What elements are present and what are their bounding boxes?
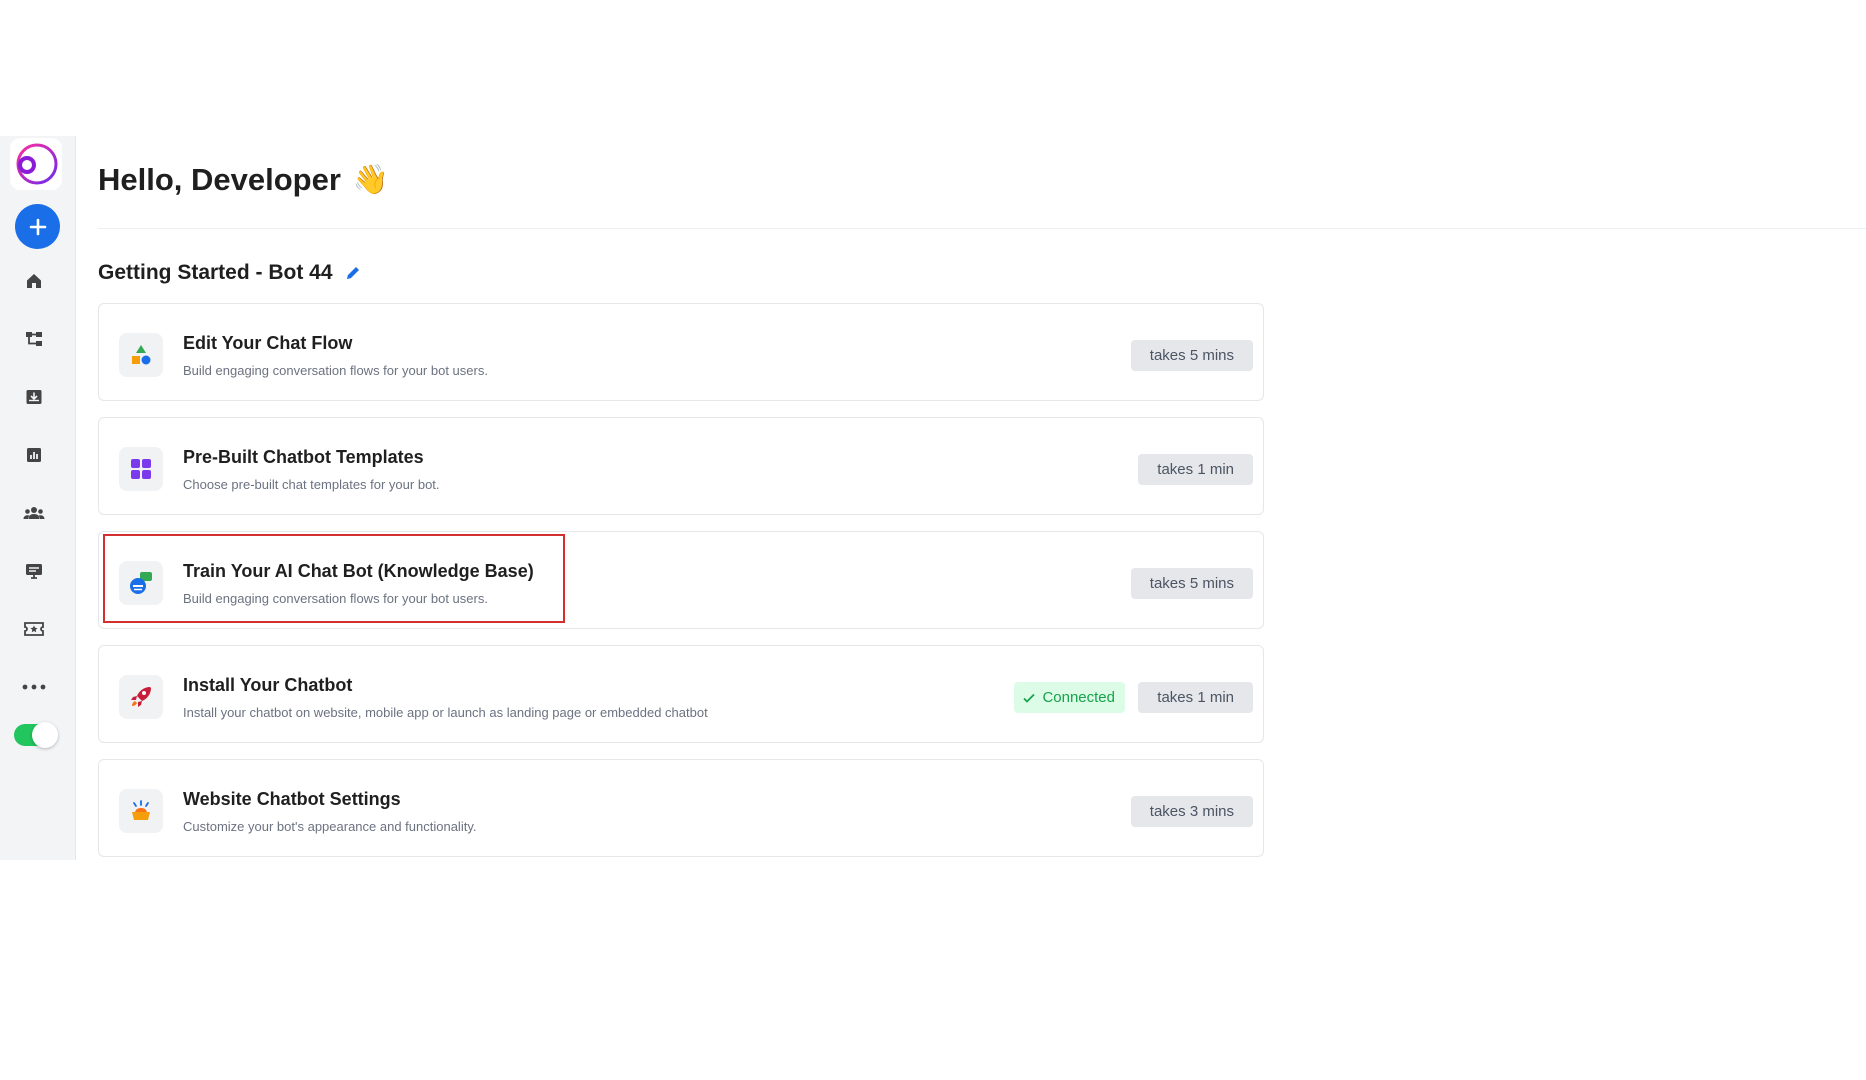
bot-status-toggle[interactable]: [14, 722, 58, 748]
time-badge: takes 1 min: [1138, 682, 1253, 713]
section-title: Getting Started - Bot 44: [98, 261, 361, 285]
wave-emoji: 👋: [352, 164, 390, 196]
ticket-icon: [24, 622, 44, 636]
shapes-icon: [132, 345, 151, 365]
templates-grid-icon: [131, 459, 151, 479]
flow-icon: [26, 332, 42, 346]
card-title: Website Chatbot Settings: [183, 789, 401, 809]
time-badge: takes 1 min: [1138, 454, 1253, 485]
card-train-ai-chatbot[interactable]: Train Your AI Chat Bot (Knowledge Base) …: [98, 531, 1264, 629]
card-description: Choose pre-built chat templates for your…: [183, 477, 440, 492]
check-icon: [1023, 693, 1036, 703]
sidebar-item-tickets[interactable]: [22, 617, 46, 641]
sidebar-item-home[interactable]: [22, 269, 46, 293]
page-title: Hello, Developer 👋: [98, 162, 389, 198]
card-description: Install your chatbot on website, mobile …: [183, 705, 708, 720]
settings-celebration-icon: [132, 800, 150, 820]
connected-label: Connected: [1042, 689, 1115, 706]
logo-icon: [16, 143, 58, 185]
card-title: Install Your Chatbot: [183, 675, 353, 695]
app-logo[interactable]: [10, 138, 62, 190]
card-icon-box: [119, 675, 163, 719]
sidebar: [0, 136, 76, 860]
sidebar-item-inbox[interactable]: [22, 385, 46, 409]
card-install-chatbot[interactable]: Install Your Chatbot Install your chatbo…: [98, 645, 1264, 743]
sidebar-item-monitor[interactable]: [22, 559, 46, 583]
card-edit-chat-flow[interactable]: Edit Your Chat Flow Build engaging conve…: [98, 303, 1264, 401]
edit-pencil-icon[interactable]: [345, 265, 361, 281]
analytics-icon: [27, 448, 41, 462]
card-title: Pre-Built Chatbot Templates: [183, 447, 424, 467]
time-badge: takes 3 mins: [1130, 796, 1253, 827]
rocket-icon: [131, 687, 151, 707]
connected-status-badge: Connected: [1014, 682, 1125, 713]
card-icon-box: [119, 447, 163, 491]
card-prebuilt-templates[interactable]: Pre-Built Chatbot Templates Choose pre-b…: [98, 417, 1264, 515]
plus-icon: [29, 218, 46, 235]
inbox-icon: [26, 390, 42, 404]
sidebar-item-flows[interactable]: [22, 327, 46, 351]
card-description: Customize your bot's appearance and func…: [183, 819, 477, 834]
sidebar-item-more[interactable]: [22, 675, 46, 699]
users-icon: [23, 507, 45, 519]
card-description: Build engaging conversation flows for yo…: [183, 363, 488, 378]
sidebar-item-users[interactable]: [22, 501, 46, 525]
knowledge-base-icon: [130, 572, 152, 594]
greeting-text: Hello, Developer: [98, 162, 341, 197]
card-website-chatbot-settings[interactable]: Website Chatbot Settings Customize your …: [98, 759, 1264, 857]
toggle-knob: [32, 722, 58, 748]
more-icon: [22, 684, 46, 690]
sidebar-item-analytics[interactable]: [22, 443, 46, 467]
card-icon-box: [119, 561, 163, 605]
monitor-icon: [26, 564, 42, 579]
home-icon: [27, 274, 41, 288]
add-bot-button[interactable]: [15, 204, 60, 249]
header-divider: [98, 228, 1866, 229]
card-icon-box: [119, 333, 163, 377]
card-title: Train Your AI Chat Bot (Knowledge Base): [183, 561, 534, 581]
card-title: Edit Your Chat Flow: [183, 333, 353, 353]
card-description: Build engaging conversation flows for yo…: [183, 591, 488, 606]
time-badge: takes 5 mins: [1130, 568, 1253, 599]
time-badge: takes 5 mins: [1130, 340, 1253, 371]
card-icon-box: [119, 789, 163, 833]
section-title-text: Getting Started - Bot 44: [98, 261, 333, 284]
